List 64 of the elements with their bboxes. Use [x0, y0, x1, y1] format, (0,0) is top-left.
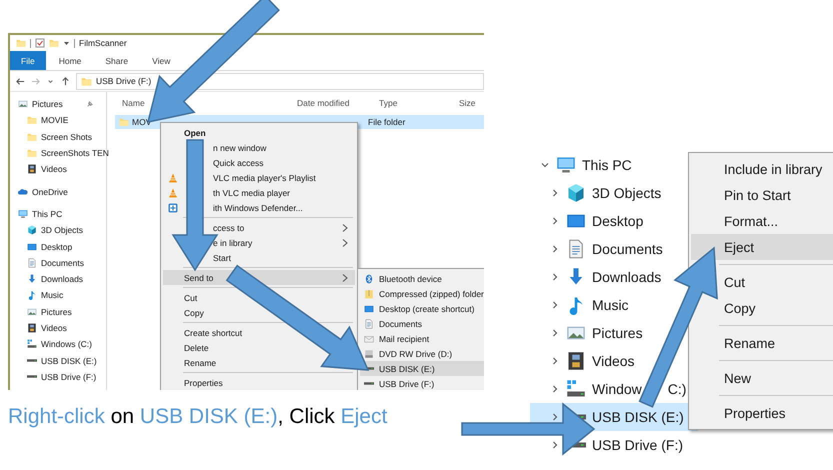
nav-item[interactable]: OneDrive — [18, 186, 68, 197]
menu-item[interactable]: ith Windows Defender... — [213, 202, 303, 212]
nav-item[interactable]: USB DISK (E:) — [27, 356, 97, 366]
nav-item[interactable]: USB Drive (F:) — [27, 372, 96, 382]
menu-item[interactable]: Mail recipient — [379, 334, 430, 344]
nav-item[interactable]: Desktop — [27, 242, 72, 252]
ribbon-tab[interactable]: Home — [48, 51, 92, 70]
nav-item[interactable]: ScreenShots TEN — [27, 148, 109, 158]
menu-item[interactable]: Cut — [724, 274, 746, 290]
menu-item[interactable]: e in library — [213, 238, 252, 248]
window-title: FilmScanner — [79, 38, 127, 48]
menu-item[interactable]: Rename — [184, 358, 216, 368]
menu-item[interactable]: Create shortcut — [184, 328, 242, 338]
menu-item[interactable]: Delete — [184, 342, 209, 352]
menu-item[interactable]: th VLC media player — [213, 188, 290, 198]
menu-item[interactable]: Start — [213, 252, 231, 262]
ribbon-tab[interactable]: Share — [94, 51, 140, 70]
nav-item[interactable]: Screen Shots — [27, 132, 92, 142]
nav-item[interactable]: Windows (C:) — [27, 339, 92, 350]
menu-item[interactable]: Send to — [184, 272, 214, 282]
menu-item[interactable]: Cut — [184, 292, 198, 302]
nav-item[interactable]: Pictures — [27, 306, 72, 317]
ribbon-tab[interactable]: View — [141, 51, 182, 70]
type-cell: File folder — [368, 117, 406, 127]
menu-item[interactable]: Properties — [724, 406, 786, 420]
nav-item[interactable]: Videos — [27, 323, 67, 333]
column-header[interactable]: Date modified — [297, 98, 379, 108]
nav-item[interactable]: Music — [27, 290, 64, 300]
nav-item[interactable]: Downloads — [27, 274, 84, 284]
menu-item[interactable]: Quick access — [213, 158, 264, 168]
tree-item[interactable]: 3D Objects — [530, 179, 698, 207]
tree-item[interactable]: Desktop — [530, 207, 698, 235]
tree-item[interactable]: This PC — [530, 151, 698, 179]
menu-item[interactable]: New — [724, 370, 752, 386]
nav-item[interactable]: MOVIE — [27, 115, 68, 126]
menu-item[interactable]: VLC media player's Playlist — [213, 172, 316, 182]
menu-item[interactable]: DVD RW Drive (D:) — [379, 348, 452, 358]
ribbon-tab[interactable]: File — [10, 51, 46, 70]
menu-item[interactable]: USB Drive (F:) — [379, 378, 434, 388]
menu-item[interactable]: Format... — [724, 214, 778, 228]
menu-item[interactable]: n new window — [213, 142, 266, 152]
menu-item[interactable]: Desktop (create shortcut) — [379, 304, 474, 314]
menu-item[interactable]: Pin to Start — [724, 188, 791, 202]
instruction-text: Right-click on USB DISK (E:), Click Eject — [8, 405, 388, 428]
menu-item[interactable]: Open — [184, 128, 206, 138]
nav-item[interactable]: This PC — [18, 208, 62, 219]
column-header[interactable]: Name — [107, 98, 297, 108]
menu-item[interactable]: Compressed (zipped) folder — [379, 288, 484, 298]
column-header[interactable]: Type — [379, 98, 459, 108]
nav-item[interactable]: Documents — [27, 258, 84, 268]
menu-item[interactable]: Copy — [724, 300, 756, 316]
column-header[interactable]: Size — [459, 98, 484, 108]
menu-item[interactable]: Copy — [184, 308, 204, 318]
nav-item[interactable]: 3D Objects — [27, 225, 84, 236]
menu-item[interactable]: Eject — [724, 240, 754, 254]
menu-item[interactable]: Properties — [184, 378, 223, 388]
menu-item[interactable]: Bluetooth device — [379, 274, 442, 284]
nav-item[interactable]: Pictures — [18, 99, 63, 110]
breadcrumb-item[interactable]: USB Drive (F:) — [96, 76, 152, 86]
menu-item[interactable]: ccess to — [213, 222, 244, 232]
nav-item[interactable]: Videos — [27, 164, 67, 174]
menu-item[interactable]: Documents — [379, 318, 422, 328]
menu-item[interactable]: Include in library — [724, 162, 822, 176]
menu-item[interactable]: Rename — [724, 336, 776, 350]
